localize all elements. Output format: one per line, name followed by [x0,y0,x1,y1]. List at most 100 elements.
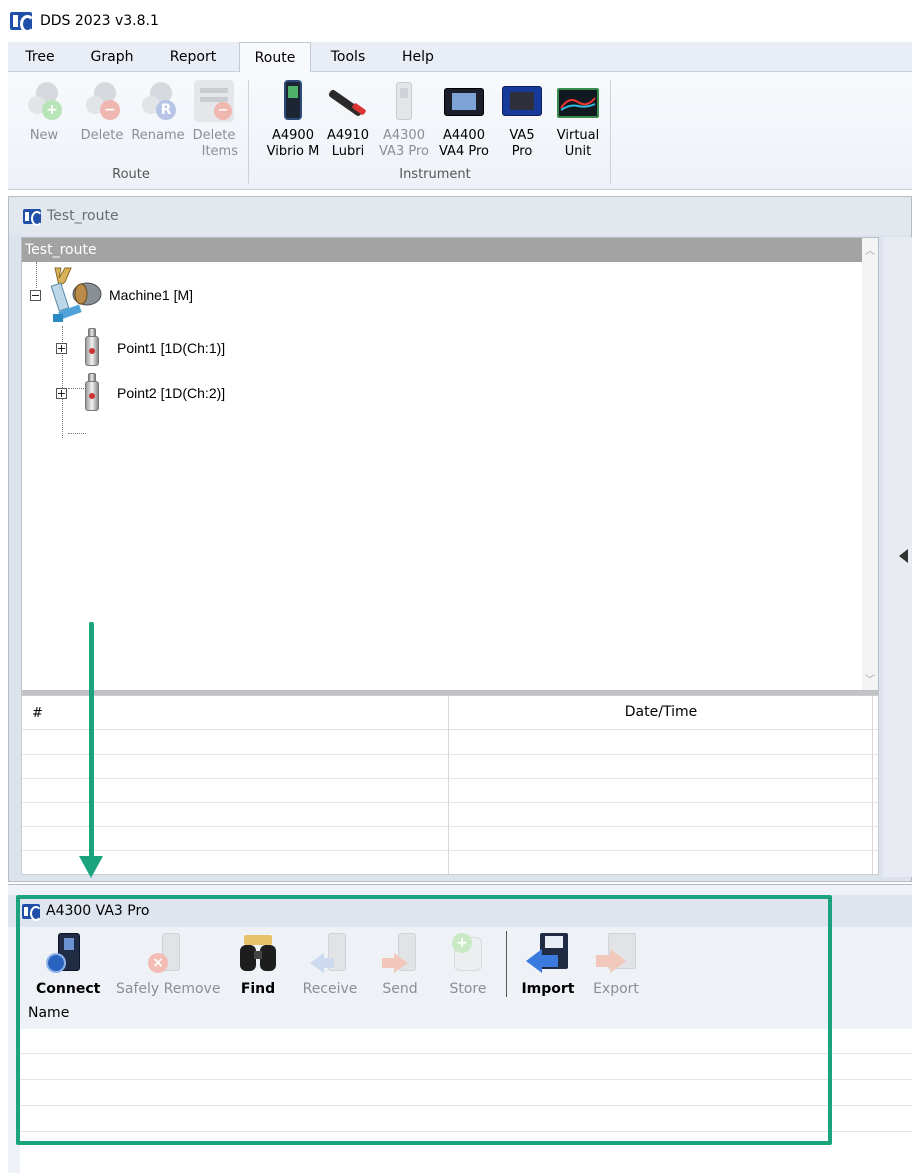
receive-button[interactable]: Receive [300,933,360,997]
table-row [20,1053,912,1054]
tree-node-machine1[interactable]: Machine1 [M] [30,264,193,326]
receive-icon [308,933,352,975]
table-row [22,826,878,827]
tree-node-point2[interactable]: Point2 [1D(Ch:2)] [56,373,225,413]
device-file-list[interactable] [20,1029,912,1173]
ribbon-separator [610,80,611,184]
import-label: Import [521,981,575,997]
a4900-label-2: Vibrio M [266,144,320,159]
column-name[interactable]: Name [28,1005,69,1021]
a4300-label-2: VA3 Pro [379,144,429,159]
window-title: DDS 2023 v3.8.1 [40,13,159,29]
safely-remove-icon: × [144,933,188,975]
vibrio-device-icon [273,80,313,122]
new-route-button[interactable]: + New [16,78,72,164]
table-row [22,802,878,803]
delete-items-label-1: Delete [192,128,236,143]
rename-route-button[interactable]: R Rename [130,78,186,164]
send-label: Send [382,981,418,997]
import-icon [526,933,570,975]
va3-device-icon [384,80,424,122]
delete-items-button[interactable]: − Delete Items [186,78,242,164]
scroll-up-icon[interactable]: ︿ [862,242,878,257]
tab-tree[interactable]: Tree [14,42,66,72]
a4300-label-1: A4300 [383,128,425,143]
send-button[interactable]: Send [374,933,426,997]
expand-icon[interactable] [56,342,67,354]
connect-button[interactable]: Connect [36,933,100,997]
tab-report[interactable]: Report [158,42,228,72]
table-row [20,1079,912,1080]
scroll-down-icon[interactable]: ﹀ [862,671,878,686]
connect-icon [44,933,88,975]
import-button[interactable]: Import [518,933,578,997]
va5-device-icon [502,80,542,122]
instrument-group-label: Instrument [399,167,471,182]
store-button[interactable]: + Store [442,933,494,997]
a4910-label-1: A4910 [327,128,369,143]
route-group-label: Route [112,167,150,182]
column-divider [872,696,873,874]
send-icon [378,933,422,975]
route-tree[interactable]: Test_route ︿ ﹀ Machine1 [M] Point1 [1D(C… [21,237,879,691]
tab-tools[interactable]: Tools [318,42,378,72]
virtual-unit-label-1: Virtual [556,128,600,143]
store-label: Store [449,981,487,997]
receive-label: Receive [302,981,358,997]
column-divider [448,696,449,874]
lubri-device-icon [327,80,368,122]
app-logo-icon [23,208,43,226]
side-panel-strip [883,237,912,877]
a4400-va4-pro-button[interactable]: A4400 VA4 Pro [434,78,494,164]
tree-node-point1[interactable]: Point1 [1D(Ch:1)] [56,328,225,368]
virtual-unit-button[interactable]: Virtual Unit [548,78,608,164]
find-label: Find [240,981,276,997]
ribbon-tab-bar: Tree Graph Report Route Tools Help [8,42,912,73]
delete-route-button[interactable]: − Delete [74,78,130,164]
delete-route-icon: − [82,80,122,122]
column-number[interactable]: # [32,706,43,721]
a4400-label-2: VA4 Pro [439,144,489,159]
table-row [20,1105,912,1106]
a4900-label-1: A4900 [272,128,314,143]
route-pane-title: Test_route [47,208,119,224]
a4900-vibrio-m-button[interactable]: A4900 Vibrio M [262,78,324,164]
expand-icon[interactable] [56,387,67,399]
va4-device-icon [444,80,484,122]
a4300-va3-pro-button[interactable]: A4300 VA3 Pro [376,78,432,164]
export-label: Export [593,981,639,997]
route-pane-title-bar: Test_route [9,197,911,235]
find-button[interactable]: Find [232,933,284,997]
toolbar-separator [506,931,507,997]
safely-remove-button[interactable]: × Safely Remove [116,933,221,997]
va5-pro-button[interactable]: VA5 Pro [494,78,550,164]
route-pane: Test_route Test_route ︿ ﹀ Machine1 [M] P… [8,196,912,882]
column-datetime[interactable]: Date/Time [448,704,874,720]
tab-help[interactable]: Help [390,42,446,72]
ribbon: + New − Delete R Rename − Delete Items R… [8,72,912,190]
a4400-label-1: A4400 [443,128,485,143]
point2-label: Point2 [1D(Ch:2)] [117,385,226,401]
tab-graph[interactable]: Graph [80,42,144,72]
measurement-grid[interactable]: # Date/Time [21,695,879,875]
ribbon-separator [248,80,249,184]
device-pane-title: A4300 VA3 Pro [46,903,150,919]
tree-scrollbar[interactable]: ︿ ﹀ [862,238,878,690]
tab-route[interactable]: Route [239,42,311,73]
delete-items-label-2: Items [201,144,238,159]
point1-label: Point1 [1D(Ch:1)] [117,340,226,356]
collapse-icon[interactable] [30,289,41,301]
table-row [20,1131,912,1132]
app-logo-icon [22,903,42,921]
table-row [22,850,878,851]
rename-route-label: Rename [131,128,185,143]
a4910-lubri-button[interactable]: A4910 Lubri [322,78,374,164]
annotation-arrow [89,622,94,864]
delete-route-label: Delete [80,128,124,143]
collapse-panel-arrow-icon[interactable] [899,549,908,563]
annotation-arrow-head [79,856,103,878]
export-button[interactable]: Export [588,933,644,997]
va5-label-1: VA5 [509,128,535,143]
binoculars-icon [236,933,280,975]
safely-remove-label: Safely Remove [116,981,221,997]
